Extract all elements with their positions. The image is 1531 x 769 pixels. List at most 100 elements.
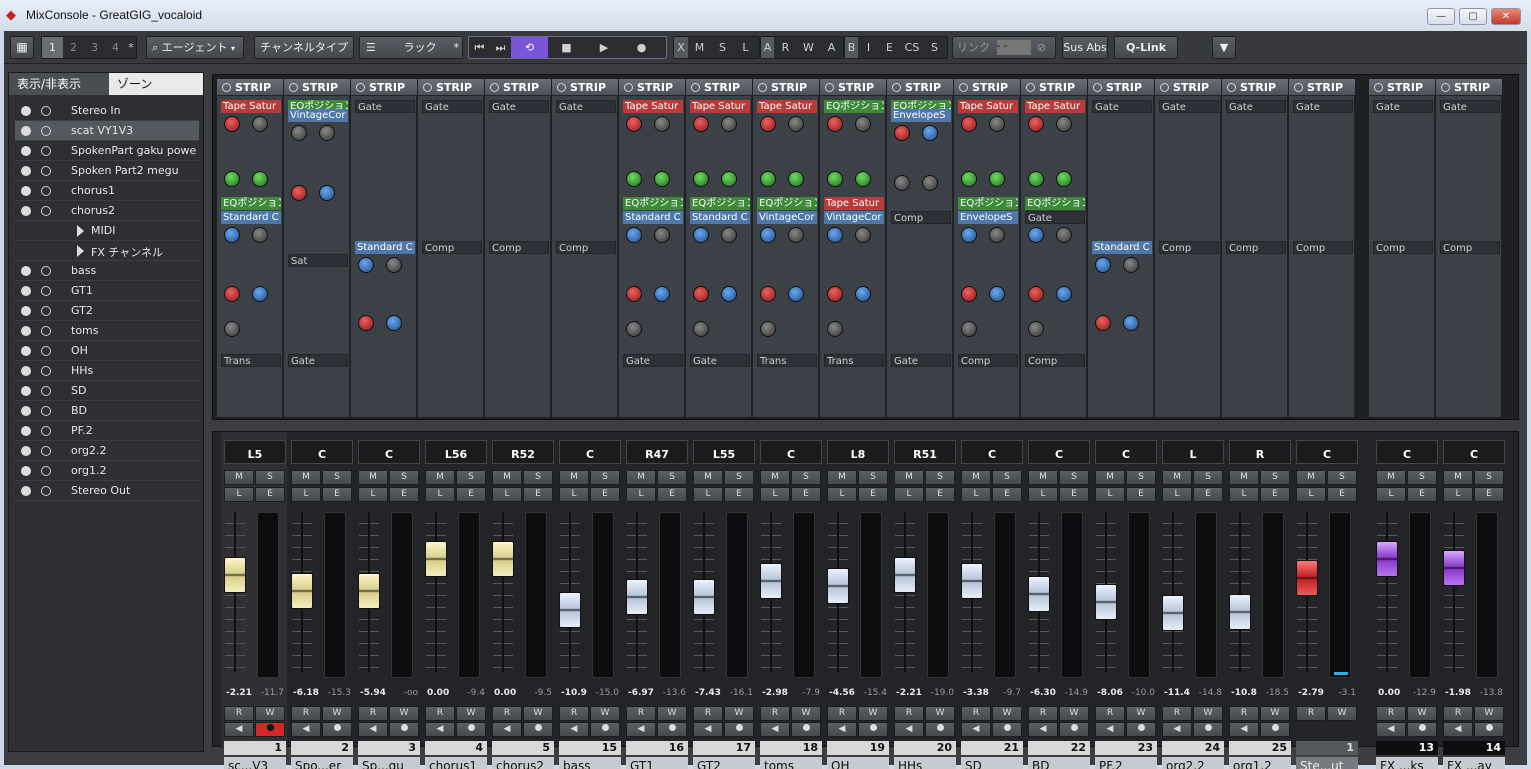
- knob-drive-icon[interactable]: [693, 116, 709, 132]
- fader-handle[interactable]: [1296, 560, 1318, 596]
- strip-enable-icon[interactable]: [624, 83, 633, 92]
- x-button[interactable]: X: [674, 37, 688, 58]
- knob-attack-icon[interactable]: [291, 185, 307, 201]
- monitor-icon[interactable]: ◀: [425, 722, 455, 737]
- knob-output-icon[interactable]: [989, 116, 1005, 132]
- knob-thres-icon[interactable]: [1028, 227, 1044, 243]
- visibility-dot-icon[interactable]: [21, 126, 31, 136]
- knob-hf-icon[interactable]: [252, 171, 268, 187]
- record-enable-icon[interactable]: [1126, 722, 1156, 737]
- knob-thres-icon[interactable]: [224, 227, 240, 243]
- read-automation-button[interactable]: R: [1376, 706, 1406, 721]
- knob-att-icon[interactable]: [1028, 286, 1044, 302]
- strip-module-trans-slot[interactable]: Trans: [221, 354, 281, 367]
- strip-module-comp-slot[interactable]: Comp: [891, 211, 951, 224]
- strip-module-eq-slot[interactable]: EQポジション: [757, 197, 817, 210]
- knob-output-icon[interactable]: [654, 116, 670, 132]
- strip-module-gate-slot[interactable]: Gate: [1092, 100, 1152, 113]
- strip-header[interactable]: STRIP: [619, 79, 685, 96]
- write-automation-button[interactable]: W: [456, 706, 486, 721]
- strip-module-eq-slot[interactable]: EQポジション: [824, 100, 884, 113]
- record-enable-icon[interactable]: [1407, 722, 1437, 737]
- edit-channel-button[interactable]: E: [1407, 487, 1437, 502]
- knob-rel-icon[interactable]: [252, 286, 268, 302]
- knob-rel-icon[interactable]: [1123, 315, 1139, 331]
- write-automation-button[interactable]: W: [657, 706, 687, 721]
- volume-value[interactable]: -10.8: [1231, 688, 1257, 698]
- strip-header[interactable]: STRIP: [1021, 79, 1087, 96]
- track-visibility-row[interactable]: Stereo Out: [15, 481, 199, 501]
- monitor-icon[interactable]: ◀: [760, 722, 790, 737]
- monitor-icon[interactable]: ◀: [626, 722, 656, 737]
- strip-header[interactable]: STRIP: [485, 79, 551, 96]
- strip-module-envelopes-slot[interactable]: EnvelopeS: [891, 109, 951, 122]
- page-2-button[interactable]: 2: [63, 37, 84, 58]
- mute-button[interactable]: M: [1028, 470, 1058, 485]
- strip-enable-icon[interactable]: [1294, 83, 1303, 92]
- listen-button[interactable]: L: [1028, 487, 1058, 502]
- zone-circle-icon[interactable]: [41, 326, 51, 336]
- record-enable-icon[interactable]: [590, 722, 620, 737]
- strip-module-gate-slot[interactable]: Gate: [355, 100, 415, 113]
- mute-button[interactable]: M: [559, 470, 589, 485]
- peak-value[interactable]: -oo: [404, 688, 418, 698]
- record-enable-icon[interactable]: [925, 722, 955, 737]
- knob-drive-icon[interactable]: [626, 116, 642, 132]
- strip-enable-icon[interactable]: [1227, 83, 1236, 92]
- knob-rel-icon[interactable]: [855, 286, 871, 302]
- mute-button[interactable]: M: [1296, 470, 1326, 485]
- strip-enable-icon[interactable]: [892, 83, 901, 92]
- strip-enable-icon[interactable]: [289, 83, 298, 92]
- knob-att-icon[interactable]: [693, 286, 709, 302]
- strip-enable-icon[interactable]: [959, 83, 968, 92]
- strip-header[interactable]: STRIP: [1088, 79, 1154, 96]
- strip-module-vintagecor-slot[interactable]: VintageCor: [824, 211, 884, 224]
- close-button[interactable]: ✕: [1491, 8, 1521, 25]
- solo-button[interactable]: S: [858, 470, 888, 485]
- monitor-icon[interactable]: ◀: [1162, 722, 1192, 737]
- strip-module-tapesatur-slot[interactable]: Tape Satur: [221, 100, 281, 113]
- read-automation-button[interactable]: R: [358, 706, 388, 721]
- fader-handle[interactable]: [291, 573, 313, 609]
- channel-name[interactable]: FX ...ay: [1443, 757, 1505, 769]
- peak-value[interactable]: -14.9: [1065, 688, 1088, 698]
- mute-button[interactable]: M: [693, 470, 723, 485]
- record-enable-icon[interactable]: [456, 722, 486, 737]
- zone-circle-icon[interactable]: [41, 486, 51, 496]
- bypass-sends-button[interactable]: S: [924, 37, 945, 58]
- mute-button[interactable]: M: [827, 470, 857, 485]
- knob-output-icon[interactable]: [252, 116, 268, 132]
- volume-value[interactable]: -11.4: [1164, 688, 1190, 698]
- strip-header[interactable]: STRIP: [887, 79, 953, 96]
- zone-circle-icon[interactable]: [41, 426, 51, 436]
- peak-value[interactable]: -15.0: [596, 688, 619, 698]
- knob-att-icon[interactable]: [827, 286, 843, 302]
- strip-module-gate-slot[interactable]: Gate: [690, 354, 750, 367]
- go-to-start-icon[interactable]: ⏮: [469, 37, 490, 58]
- zone-circle-icon[interactable]: [41, 166, 51, 176]
- mute-button[interactable]: M: [358, 470, 388, 485]
- track-visibility-row[interactable]: SpokenPart gaku powe: [15, 141, 199, 161]
- visibility-dot-icon[interactable]: [21, 106, 31, 116]
- page-1-button[interactable]: 1: [42, 37, 63, 58]
- peak-value[interactable]: -12.9: [1413, 688, 1436, 698]
- read-automation-button[interactable]: R: [961, 706, 991, 721]
- edit-channel-button[interactable]: E: [1474, 487, 1504, 502]
- track-visibility-row[interactable]: OH: [15, 341, 199, 361]
- zone-circle-icon[interactable]: [41, 386, 51, 396]
- pan-control[interactable]: C: [1095, 440, 1157, 464]
- fader-handle[interactable]: [559, 592, 581, 628]
- fader-track[interactable]: [1239, 512, 1241, 672]
- track-visibility-row[interactable]: HHs: [15, 361, 199, 381]
- knob-thres-icon[interactable]: [1095, 257, 1111, 273]
- minimize-button[interactable]: —: [1427, 8, 1455, 25]
- knob-rat-icon[interactable]: [1123, 257, 1139, 273]
- knob-lf-icon[interactable]: [1028, 171, 1044, 187]
- write-automation-button[interactable]: W: [1260, 706, 1290, 721]
- strip-module-gate-slot[interactable]: Gate: [1373, 100, 1433, 113]
- strip-module-tapesatur-slot[interactable]: Tape Satur: [690, 100, 750, 113]
- monitor-icon[interactable]: ◀: [1376, 722, 1406, 737]
- knob-rel-icon[interactable]: [386, 315, 402, 331]
- knob-rat-icon[interactable]: [855, 227, 871, 243]
- knob-up-icon[interactable]: [961, 321, 977, 337]
